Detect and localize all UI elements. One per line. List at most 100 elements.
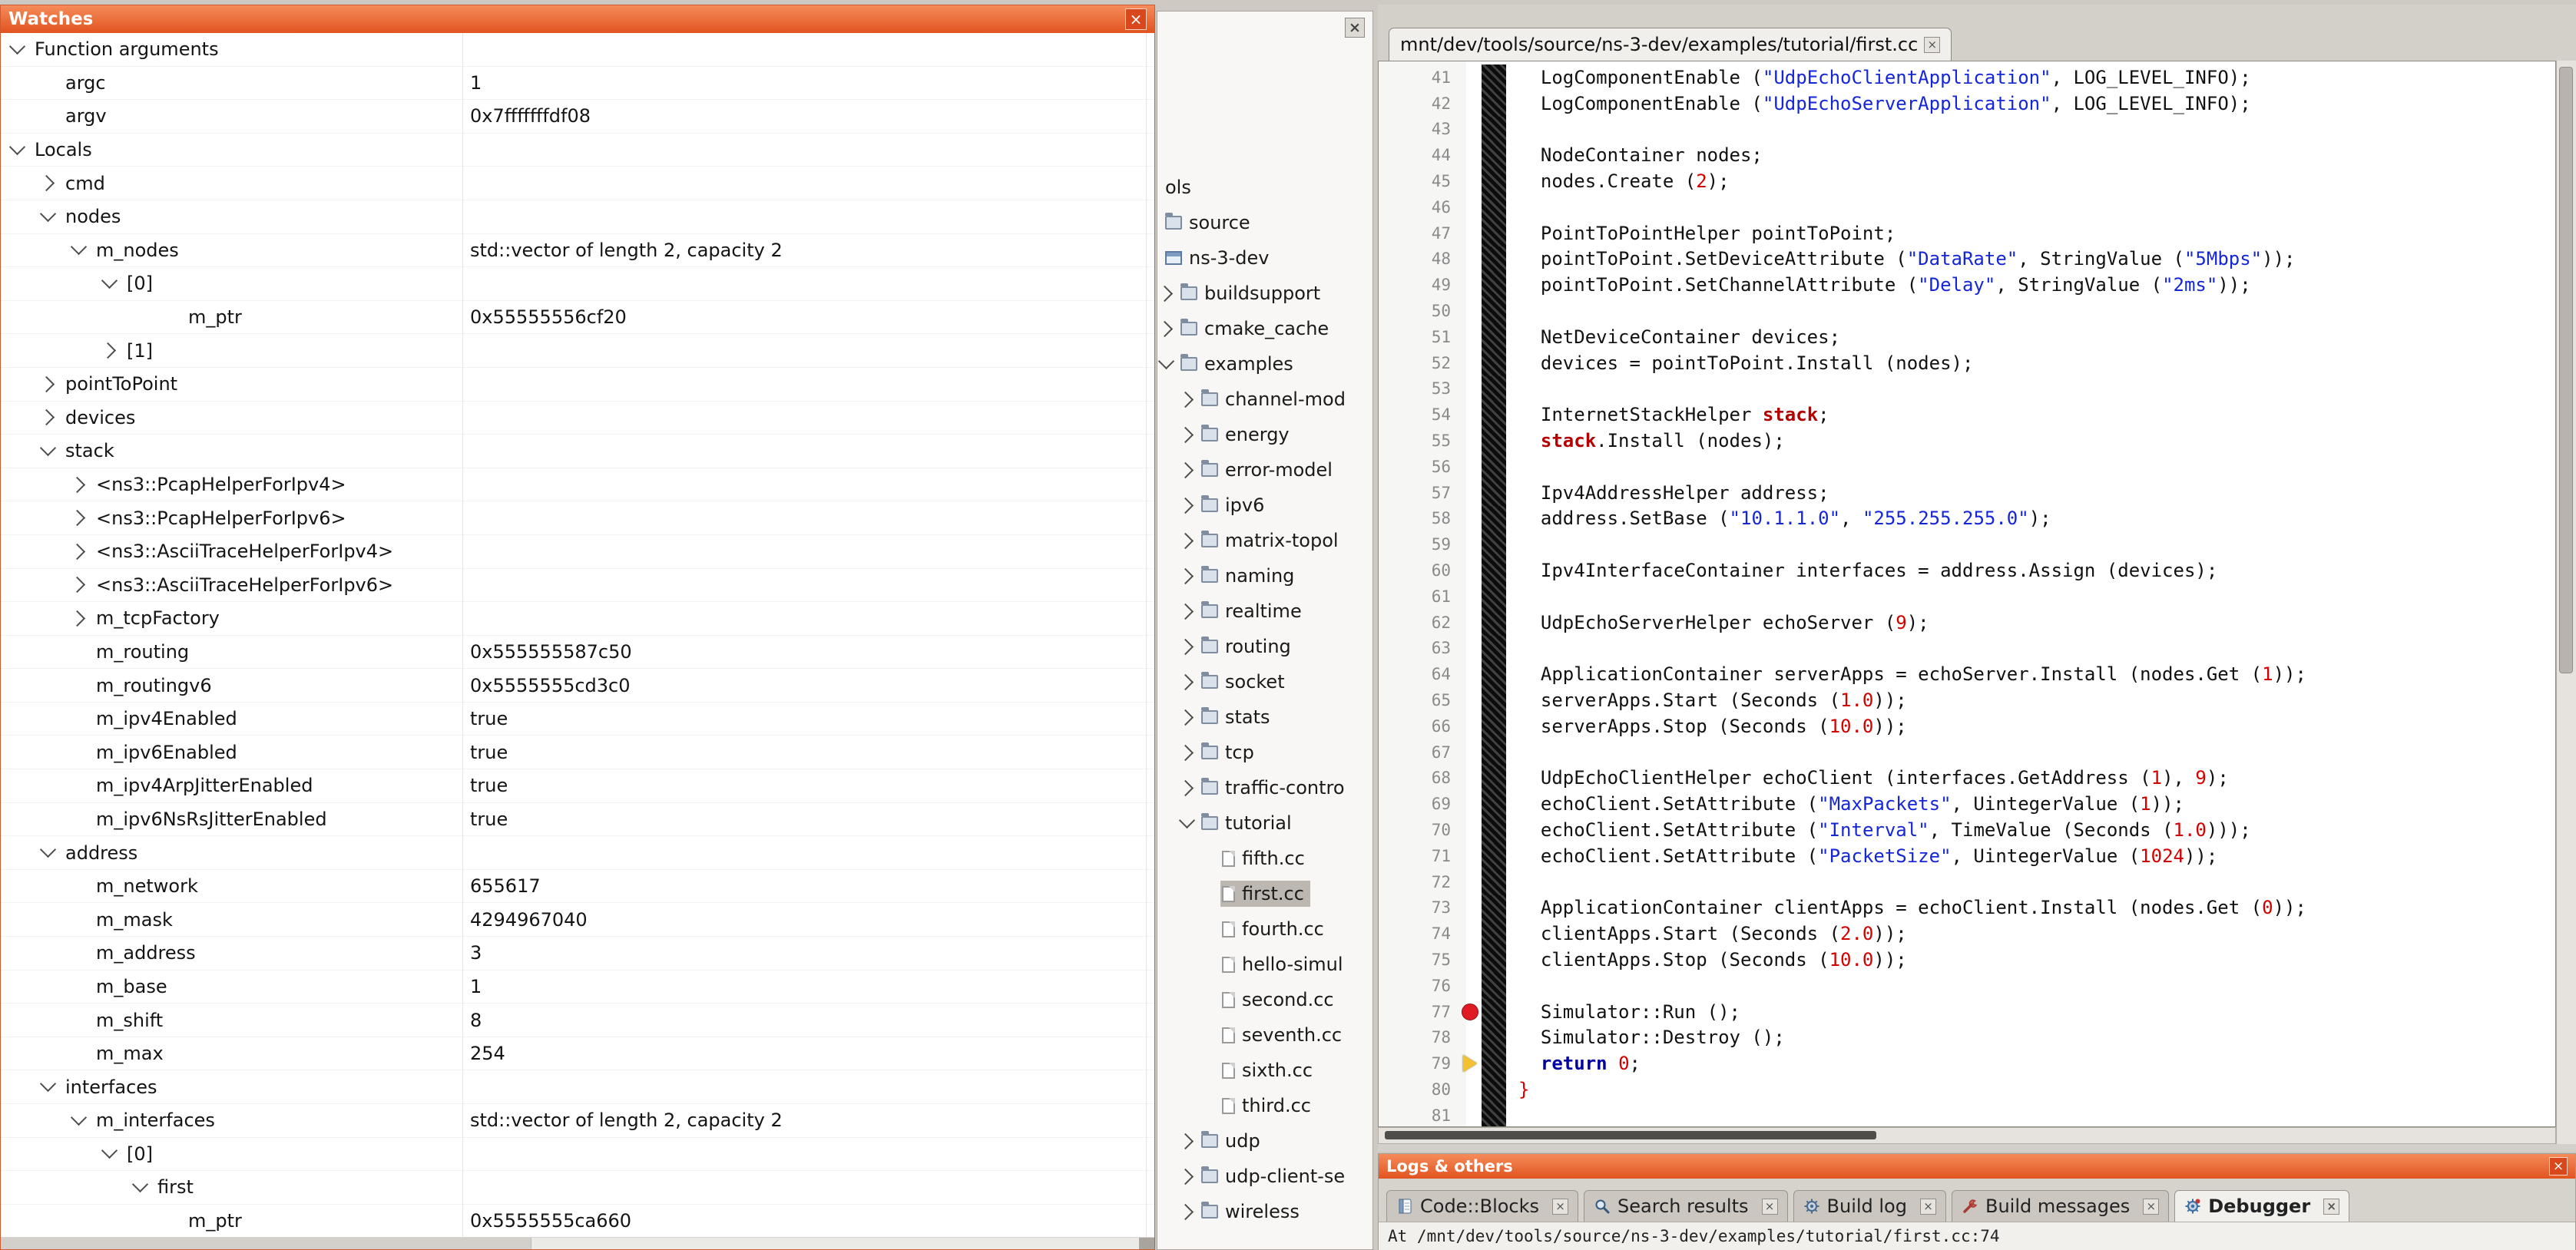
code-line[interactable]: 61 bbox=[1379, 584, 2555, 610]
logs-tab-debugger[interactable]: Debugger× bbox=[2174, 1190, 2349, 1222]
code-line[interactable]: 62 UdpEchoServerHelper echoServer (9); bbox=[1379, 610, 2555, 636]
tree-item-label-box[interactable]: buildsupport bbox=[1179, 280, 1326, 306]
code-line[interactable]: 51 NetDeviceContainer devices; bbox=[1379, 324, 2555, 350]
tree-item-label-box[interactable]: wireless bbox=[1200, 1199, 1306, 1225]
code-line[interactable]: 81 bbox=[1379, 1103, 2555, 1127]
code-line[interactable]: 46 bbox=[1379, 194, 2555, 220]
tree-item[interactable]: fifth.cc bbox=[1157, 841, 1372, 876]
expander-closed-icon[interactable] bbox=[1177, 567, 1194, 584]
line-number[interactable]: 51 bbox=[1379, 328, 1459, 346]
code-line[interactable]: 69 echoClient.SetAttribute ("MaxPackets"… bbox=[1379, 791, 2555, 817]
tree-item[interactable]: sixth.cc bbox=[1157, 1053, 1372, 1088]
code-line[interactable]: 75 clientApps.Stop (Seconds (10.0)); bbox=[1379, 947, 2555, 973]
editor-tab-first-cc[interactable]: mnt/dev/tools/source/ns-3-dev/examples/t… bbox=[1389, 28, 1952, 61]
expander-closed-icon[interactable] bbox=[1177, 603, 1194, 619]
tree-item-label-box[interactable]: udp bbox=[1200, 1128, 1266, 1154]
watch-row[interactable]: m_routingv60x5555555cd3c0 bbox=[1, 669, 1154, 703]
tree-item-label-box[interactable]: hello-simul bbox=[1220, 951, 1349, 977]
watch-row[interactable]: argc1 bbox=[1, 67, 1154, 101]
tree-item-label-box[interactable]: source bbox=[1164, 210, 1257, 236]
tree-item[interactable]: examples bbox=[1157, 346, 1372, 382]
code-line[interactable]: 55 stack.Install (nodes); bbox=[1379, 428, 2555, 454]
close-icon[interactable]: × bbox=[1552, 1199, 1568, 1215]
logs-tab-build-log[interactable]: Build log× bbox=[1793, 1190, 1946, 1222]
code-line[interactable]: 65 serverApps.Start (Seconds (1.0)); bbox=[1379, 687, 2555, 713]
watch-row[interactable]: m_ipv6Enabledtrue bbox=[1, 736, 1154, 769]
code-line[interactable]: 71 echoClient.SetAttribute ("PacketSize"… bbox=[1379, 843, 2555, 869]
watch-row[interactable]: m_mask4294967040 bbox=[1, 903, 1154, 937]
code-line[interactable]: 58 address.SetBase ("10.1.1.0", "255.255… bbox=[1379, 506, 2555, 532]
line-number[interactable]: 80 bbox=[1379, 1080, 1459, 1099]
tree-item[interactable]: error-model bbox=[1157, 452, 1372, 488]
watch-row[interactable]: cmd bbox=[1, 167, 1154, 200]
line-number[interactable]: 70 bbox=[1379, 821, 1459, 839]
watches-title-bar[interactable]: Watches × bbox=[1, 5, 1154, 33]
code-line[interactable]: 41 LogComponentEnable ("UdpEchoClientApp… bbox=[1379, 64, 2555, 91]
line-number[interactable]: 52 bbox=[1379, 354, 1459, 372]
watch-row[interactable]: pointToPoint bbox=[1, 368, 1154, 402]
tree-item-label-box[interactable]: stats bbox=[1200, 704, 1276, 730]
expander-closed-icon[interactable] bbox=[1177, 709, 1194, 725]
tree-item-label-box[interactable]: channel-mod bbox=[1200, 386, 1352, 412]
line-number[interactable]: 50 bbox=[1379, 302, 1459, 320]
tree-item[interactable]: realtime bbox=[1157, 594, 1372, 629]
line-number[interactable]: 74 bbox=[1379, 924, 1459, 943]
editor-horizontal-scrollbar[interactable] bbox=[1378, 1127, 2556, 1144]
tree-item[interactable]: fourth.cc bbox=[1157, 911, 1372, 947]
expander-closed-icon[interactable] bbox=[69, 610, 85, 627]
expander-closed-icon[interactable] bbox=[1157, 285, 1173, 301]
expander-closed-icon[interactable] bbox=[1177, 1133, 1194, 1149]
line-number[interactable]: 47 bbox=[1379, 224, 1459, 243]
line-number[interactable]: 57 bbox=[1379, 484, 1459, 502]
tree-item[interactable]: ns-3-dev bbox=[1157, 240, 1372, 276]
tree-item-label-box[interactable]: naming bbox=[1200, 563, 1300, 589]
watch-row[interactable]: [0] bbox=[1, 267, 1154, 301]
tree-item-label-box[interactable]: udp-client-se bbox=[1200, 1163, 1351, 1189]
line-number[interactable]: 60 bbox=[1379, 561, 1459, 580]
code-line[interactable]: 76 bbox=[1379, 973, 2555, 999]
watch-row[interactable]: m_shift8 bbox=[1, 1004, 1154, 1037]
expander-closed-icon[interactable] bbox=[1177, 426, 1194, 442]
tree-item-label-box[interactable]: matrix-topol bbox=[1200, 527, 1345, 554]
line-number[interactable]: 49 bbox=[1379, 276, 1459, 294]
close-icon[interactable]: × bbox=[1762, 1199, 1778, 1215]
watch-row[interactable]: Locals bbox=[1, 134, 1154, 167]
tree-item[interactable]: stats bbox=[1157, 699, 1372, 735]
line-number[interactable]: 46 bbox=[1379, 198, 1459, 217]
line-number[interactable]: 45 bbox=[1379, 172, 1459, 190]
code-line[interactable]: 50 bbox=[1379, 298, 2555, 324]
tree-item-label-box[interactable]: examples bbox=[1179, 351, 1300, 377]
close-icon[interactable]: × bbox=[1345, 18, 1365, 38]
line-number[interactable]: 61 bbox=[1379, 587, 1459, 606]
close-icon[interactable]: × bbox=[1125, 8, 1147, 30]
code-line[interactable]: 44 NodeContainer nodes; bbox=[1379, 142, 2555, 168]
line-number[interactable]: 78 bbox=[1379, 1028, 1459, 1047]
tree-item[interactable]: wireless bbox=[1157, 1194, 1372, 1229]
tree-item[interactable]: first.cc bbox=[1157, 876, 1372, 911]
expander-closed-icon[interactable] bbox=[1177, 461, 1194, 478]
code-line[interactable]: 57 Ipv4AddressHelper address; bbox=[1379, 480, 2555, 506]
code-line[interactable]: 59 bbox=[1379, 531, 2555, 557]
line-number[interactable]: 77 bbox=[1379, 1003, 1459, 1021]
tree-item-label-box[interactable]: socket bbox=[1200, 669, 1291, 695]
tree-item[interactable]: source bbox=[1157, 205, 1372, 240]
expander-closed-icon[interactable] bbox=[1177, 779, 1194, 795]
tree-item-label-box[interactable]: second.cc bbox=[1220, 987, 1340, 1013]
watch-row[interactable]: address bbox=[1, 836, 1154, 870]
code-line[interactable]: 66 serverApps.Stop (Seconds (10.0)); bbox=[1379, 713, 2555, 739]
expander-open-icon[interactable] bbox=[101, 273, 118, 289]
watch-row[interactable]: m_ptr0x55555556cf20 bbox=[1, 301, 1154, 335]
tree-item-label-box[interactable]: fourth.cc bbox=[1220, 916, 1330, 942]
tree-item-label-box[interactable]: traffic-contro bbox=[1200, 775, 1351, 801]
expander-open-icon[interactable] bbox=[40, 206, 56, 222]
tree-item[interactable]: routing bbox=[1157, 629, 1372, 664]
line-number[interactable]: 53 bbox=[1379, 379, 1459, 398]
tree-item-label-box[interactable]: ols bbox=[1164, 174, 1197, 200]
watch-row[interactable]: m_base1 bbox=[1, 971, 1154, 1004]
watch-row[interactable]: <ns3::PcapHelperForIpv4> bbox=[1, 468, 1154, 502]
code-line[interactable]: 53 bbox=[1379, 376, 2555, 402]
watch-row[interactable]: Function arguments bbox=[1, 33, 1154, 67]
tree-item[interactable]: traffic-contro bbox=[1157, 770, 1372, 805]
tree-item[interactable]: cmake_cache bbox=[1157, 311, 1372, 346]
tree-item[interactable]: channel-mod bbox=[1157, 382, 1372, 417]
